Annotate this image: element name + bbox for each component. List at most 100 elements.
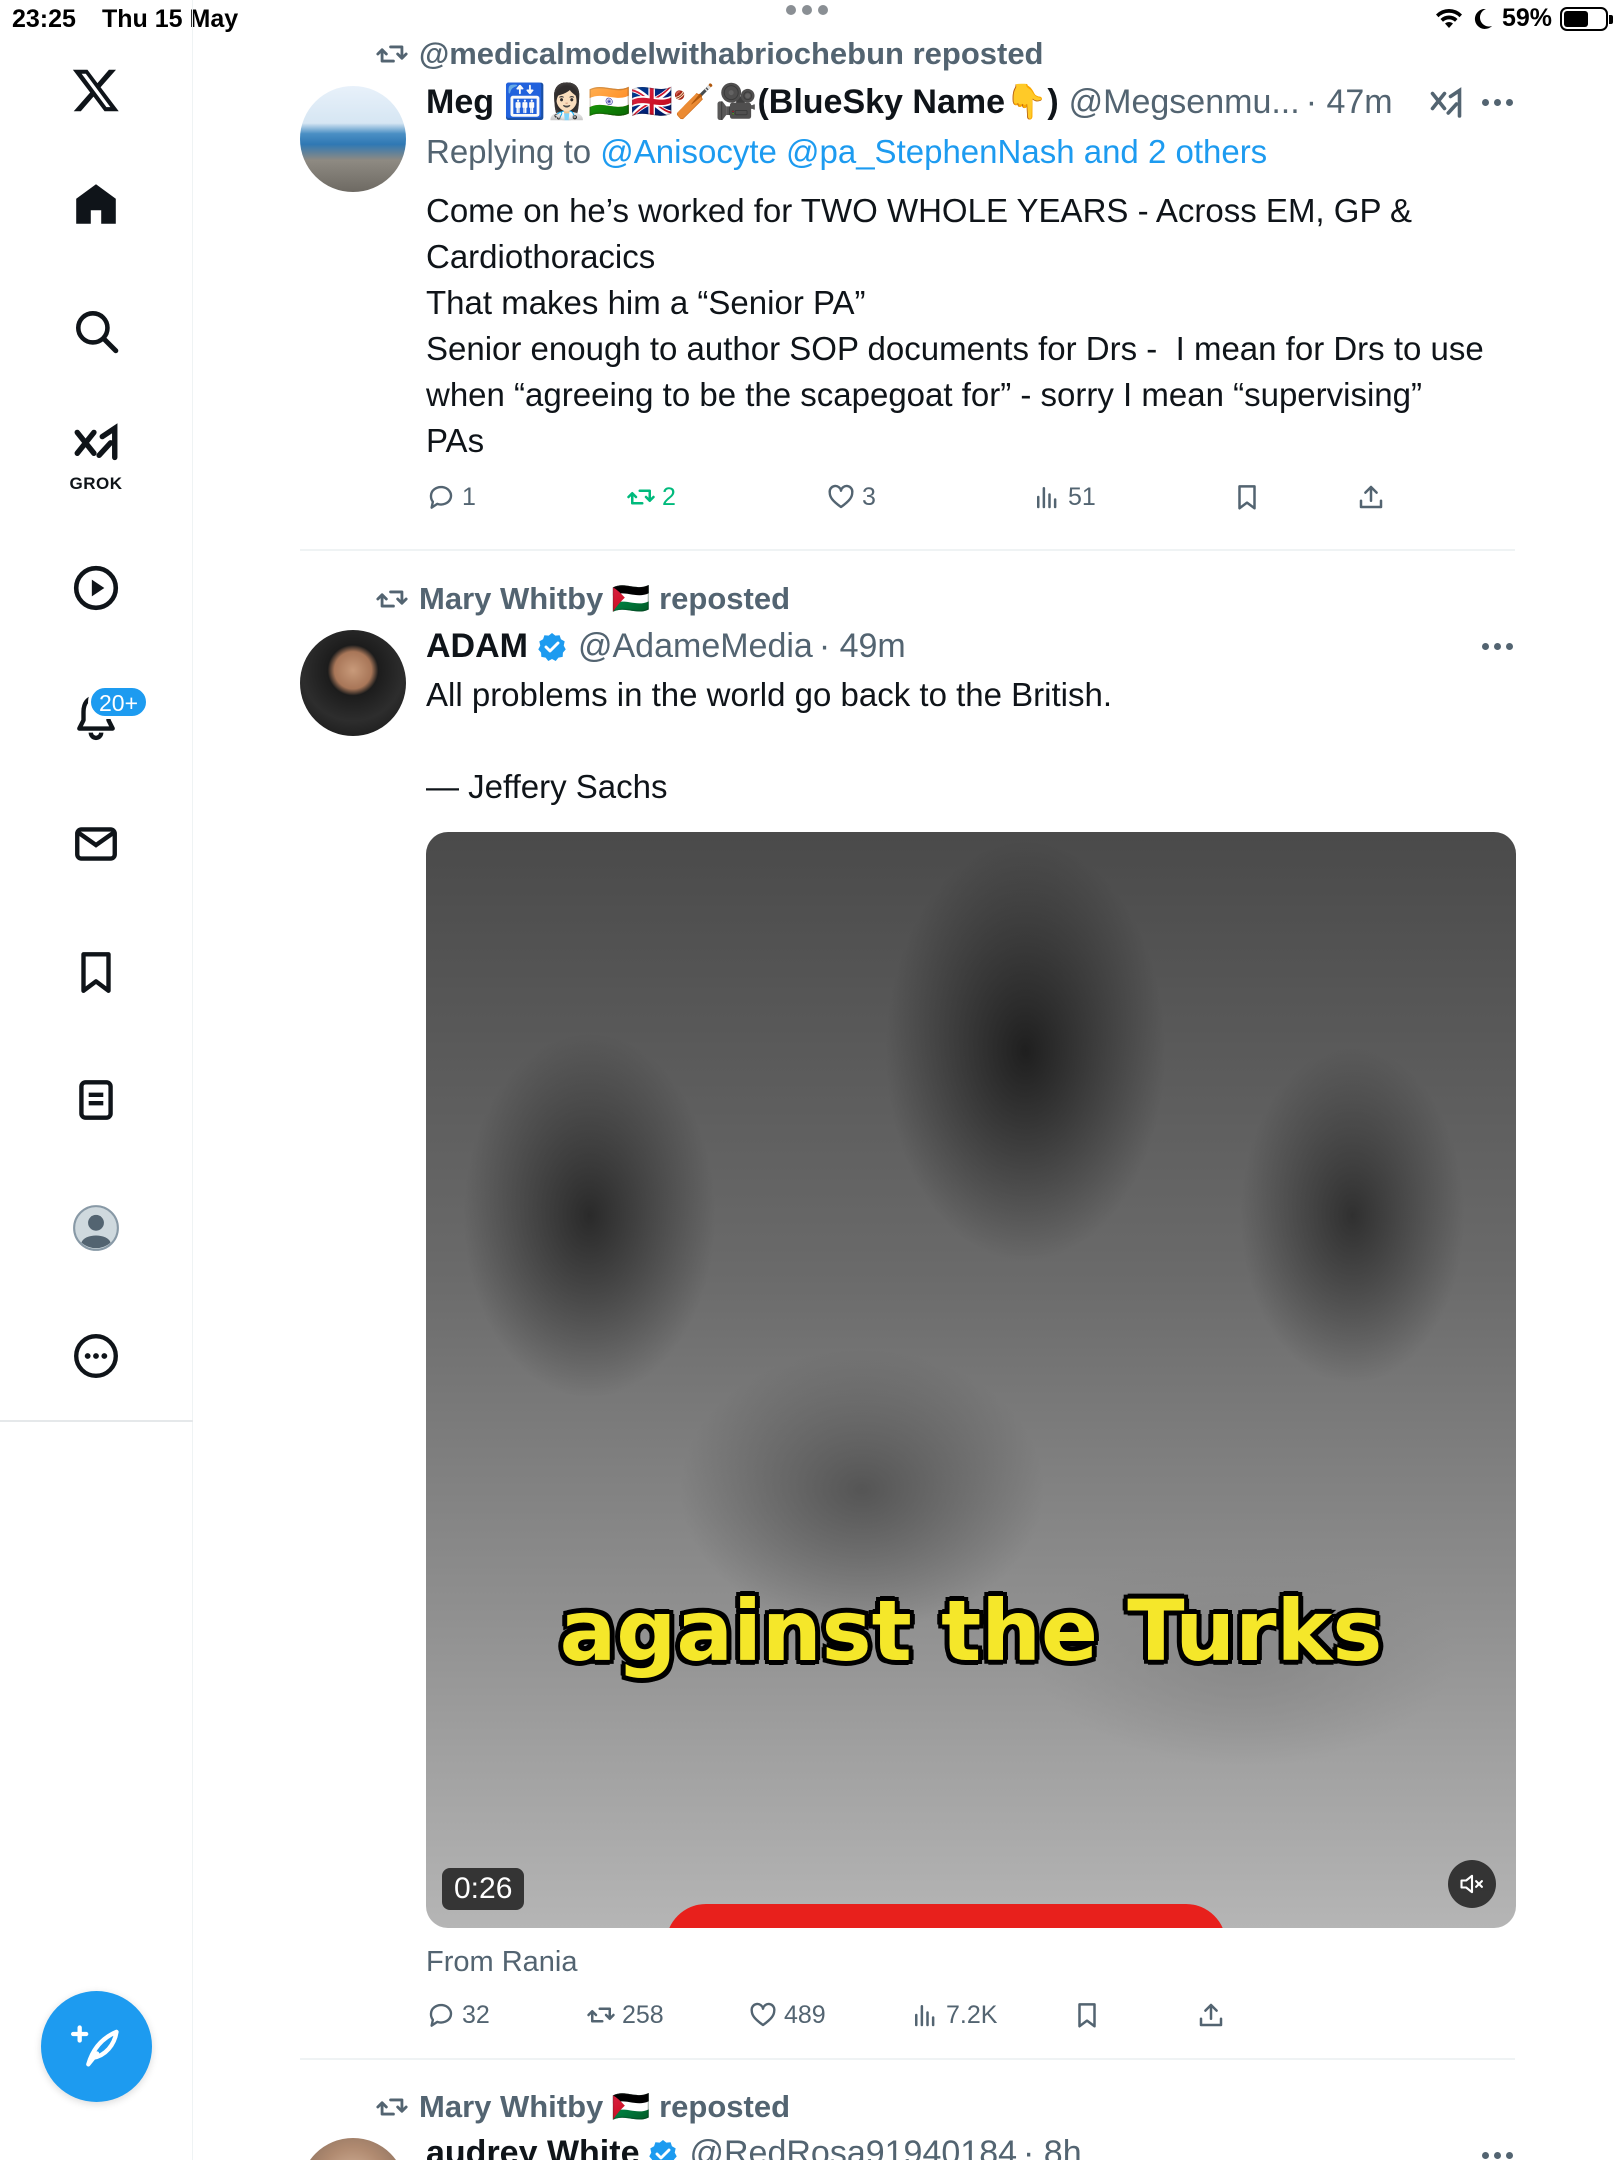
repost-button[interactable]: 2 [626,482,676,512]
list-icon [79,1080,113,1120]
repost-indicator[interactable]: Mary Whitby 🇵🇸 reposted [375,2088,790,2125]
avatar[interactable] [300,2138,406,2160]
author-name[interactable]: audrey White [426,2134,639,2160]
video-red-shape [666,1904,1226,1928]
compose-button[interactable] [41,1991,152,2102]
tweet-text: Come on he’s worked for TWO WHOLE YEARS … [426,192,1484,459]
avatar-icon [73,1205,119,1251]
reply-icon [429,2003,453,2027]
status-indicators: 59% [1434,4,1613,33]
tweet-header: Meg 🛗👩🏻‍⚕️🇮🇳🇬🇧🏏🎥(BlueSky Name👇) @Megsenm… [426,82,1393,122]
battery-percent: 59% [1501,4,1552,32]
more-options-icon[interactable] [1482,99,1514,107]
status-bar: 23:25 Thu 15 May 59% [0,0,1620,40]
tweet-time[interactable]: · 8h [1023,2134,1082,2160]
heart-icon [750,2002,776,2027]
tweet-actions: 1 2 3 51 [426,482,1516,522]
analytics-icon [1037,487,1057,509]
sidebar-item-home[interactable] [50,158,142,250]
reply-button[interactable]: 32 [426,2000,490,2030]
video-duration: 0:26 [442,1868,525,1910]
repost-label: Mary Whitby 🇵🇸 reposted [419,2089,791,2124]
sidebar-nav: GROK 20+ [0,0,193,2160]
battery-icon [1560,6,1613,31]
sidebar-item-bookmarks[interactable] [50,926,142,1018]
sidebar-divider [0,1420,193,1422]
repost-icon [376,2098,408,2115]
like-count: 489 [784,2000,826,2029]
mail-icon [75,827,117,861]
sidebar-item-video[interactable] [50,542,142,634]
bookmark-button[interactable] [1072,2000,1102,2030]
sidebar-item-profile[interactable] [50,1182,142,1274]
share-icon [1359,485,1383,509]
moon-icon [1474,8,1492,29]
reply-to-link[interactable]: @Anisocyte @pa_StephenNash and 2 others [600,133,1267,170]
like-button[interactable]: 489 [748,2000,826,2030]
tweet-header: audrey White @RedRosa91940184 · 8h [426,2134,1082,2160]
tweet-time[interactable]: · 47m [1306,83,1393,122]
author-name[interactable]: Meg 🛗👩🏻‍⚕️🇮🇳🇬🇧🏏🎥(BlueSky Name👇) [426,82,1059,122]
avatar[interactable] [300,630,406,736]
more-options-icon[interactable] [1482,2152,1514,2160]
like-count: 3 [862,482,876,511]
repost-indicator[interactable]: Mary Whitby 🇵🇸 reposted [375,580,790,617]
search-icon [76,311,119,354]
analytics-icon [915,2005,935,2027]
heart-icon [828,484,854,509]
grok-icon[interactable] [1428,86,1464,122]
more-options-icon[interactable] [1482,643,1514,651]
sidebar-item-more[interactable] [50,1310,142,1402]
mute-button[interactable] [1448,1860,1496,1908]
bookmark-icon [1238,485,1256,510]
repost-button[interactable]: 258 [586,2000,664,2030]
repost-icon [376,45,408,63]
share-icon [1199,2003,1223,2027]
views-button[interactable]: 7.2K [910,2000,997,2030]
repost-indicator[interactable]: @medicalmodelwithabriochebun reposted [375,36,1044,72]
reply-prefix: Replying to [426,133,601,170]
share-button[interactable] [1196,2000,1226,2030]
play-circle-icon [73,565,119,611]
bookmark-icon [81,952,111,993]
video-player[interactable]: against the Turks 0:26 [426,832,1516,1928]
grok-icon [74,423,118,461]
sidebar-item-explore[interactable] [50,285,142,377]
tweet-time[interactable]: · 49m [819,627,906,666]
multitasking-dots-icon[interactable] [786,5,834,15]
repost-label: Mary Whitby 🇵🇸 reposted [419,581,791,616]
grok-label: GROK [69,474,123,493]
views-count: 7.2K [946,2000,998,2029]
share-button[interactable] [1356,482,1386,512]
verified-badge-icon [649,2139,678,2160]
reply-button[interactable]: 1 [426,482,476,512]
tweet-text: All problems in the world go back to the… [426,676,1112,805]
repost-icon [587,2007,615,2023]
author-name[interactable]: ADAM [426,627,528,666]
sidebar-item-grok[interactable]: GROK [50,408,142,500]
sidebar-item-lists[interactable] [50,1054,142,1146]
sidebar-item-messages[interactable] [50,798,142,890]
compose-feather-icon [70,2024,119,2066]
tweet-actions: 32 258 489 7.2K [426,2000,1516,2040]
wifi-icon [1435,8,1462,28]
bookmark-icon [1078,2003,1096,2028]
reply-icon [429,485,453,509]
repost-count: 258 [622,2000,664,2029]
video-caption: against the Turks [559,1582,1383,1680]
like-button[interactable]: 3 [826,482,876,512]
author-handle[interactable]: @AdameMedia [578,627,813,666]
reply-context: Replying to @Anisocyte @pa_StephenNash a… [426,133,1267,171]
repost-count: 2 [662,482,676,511]
x-logo-icon[interactable] [50,44,142,136]
speaker-muted-icon [1460,1874,1483,1894]
reply-count: 1 [462,482,476,511]
avatar[interactable] [300,86,406,192]
author-handle[interactable]: @RedRosa91940184 [689,2134,1017,2160]
bookmark-button[interactable] [1232,482,1262,512]
tweet-divider [300,2058,1515,2060]
media-source-label[interactable]: From Rania [426,1946,578,1979]
author-handle[interactable]: @Megsenmu... [1069,83,1300,122]
repost-icon [376,590,408,607]
views-button[interactable]: 51 [1032,482,1096,512]
